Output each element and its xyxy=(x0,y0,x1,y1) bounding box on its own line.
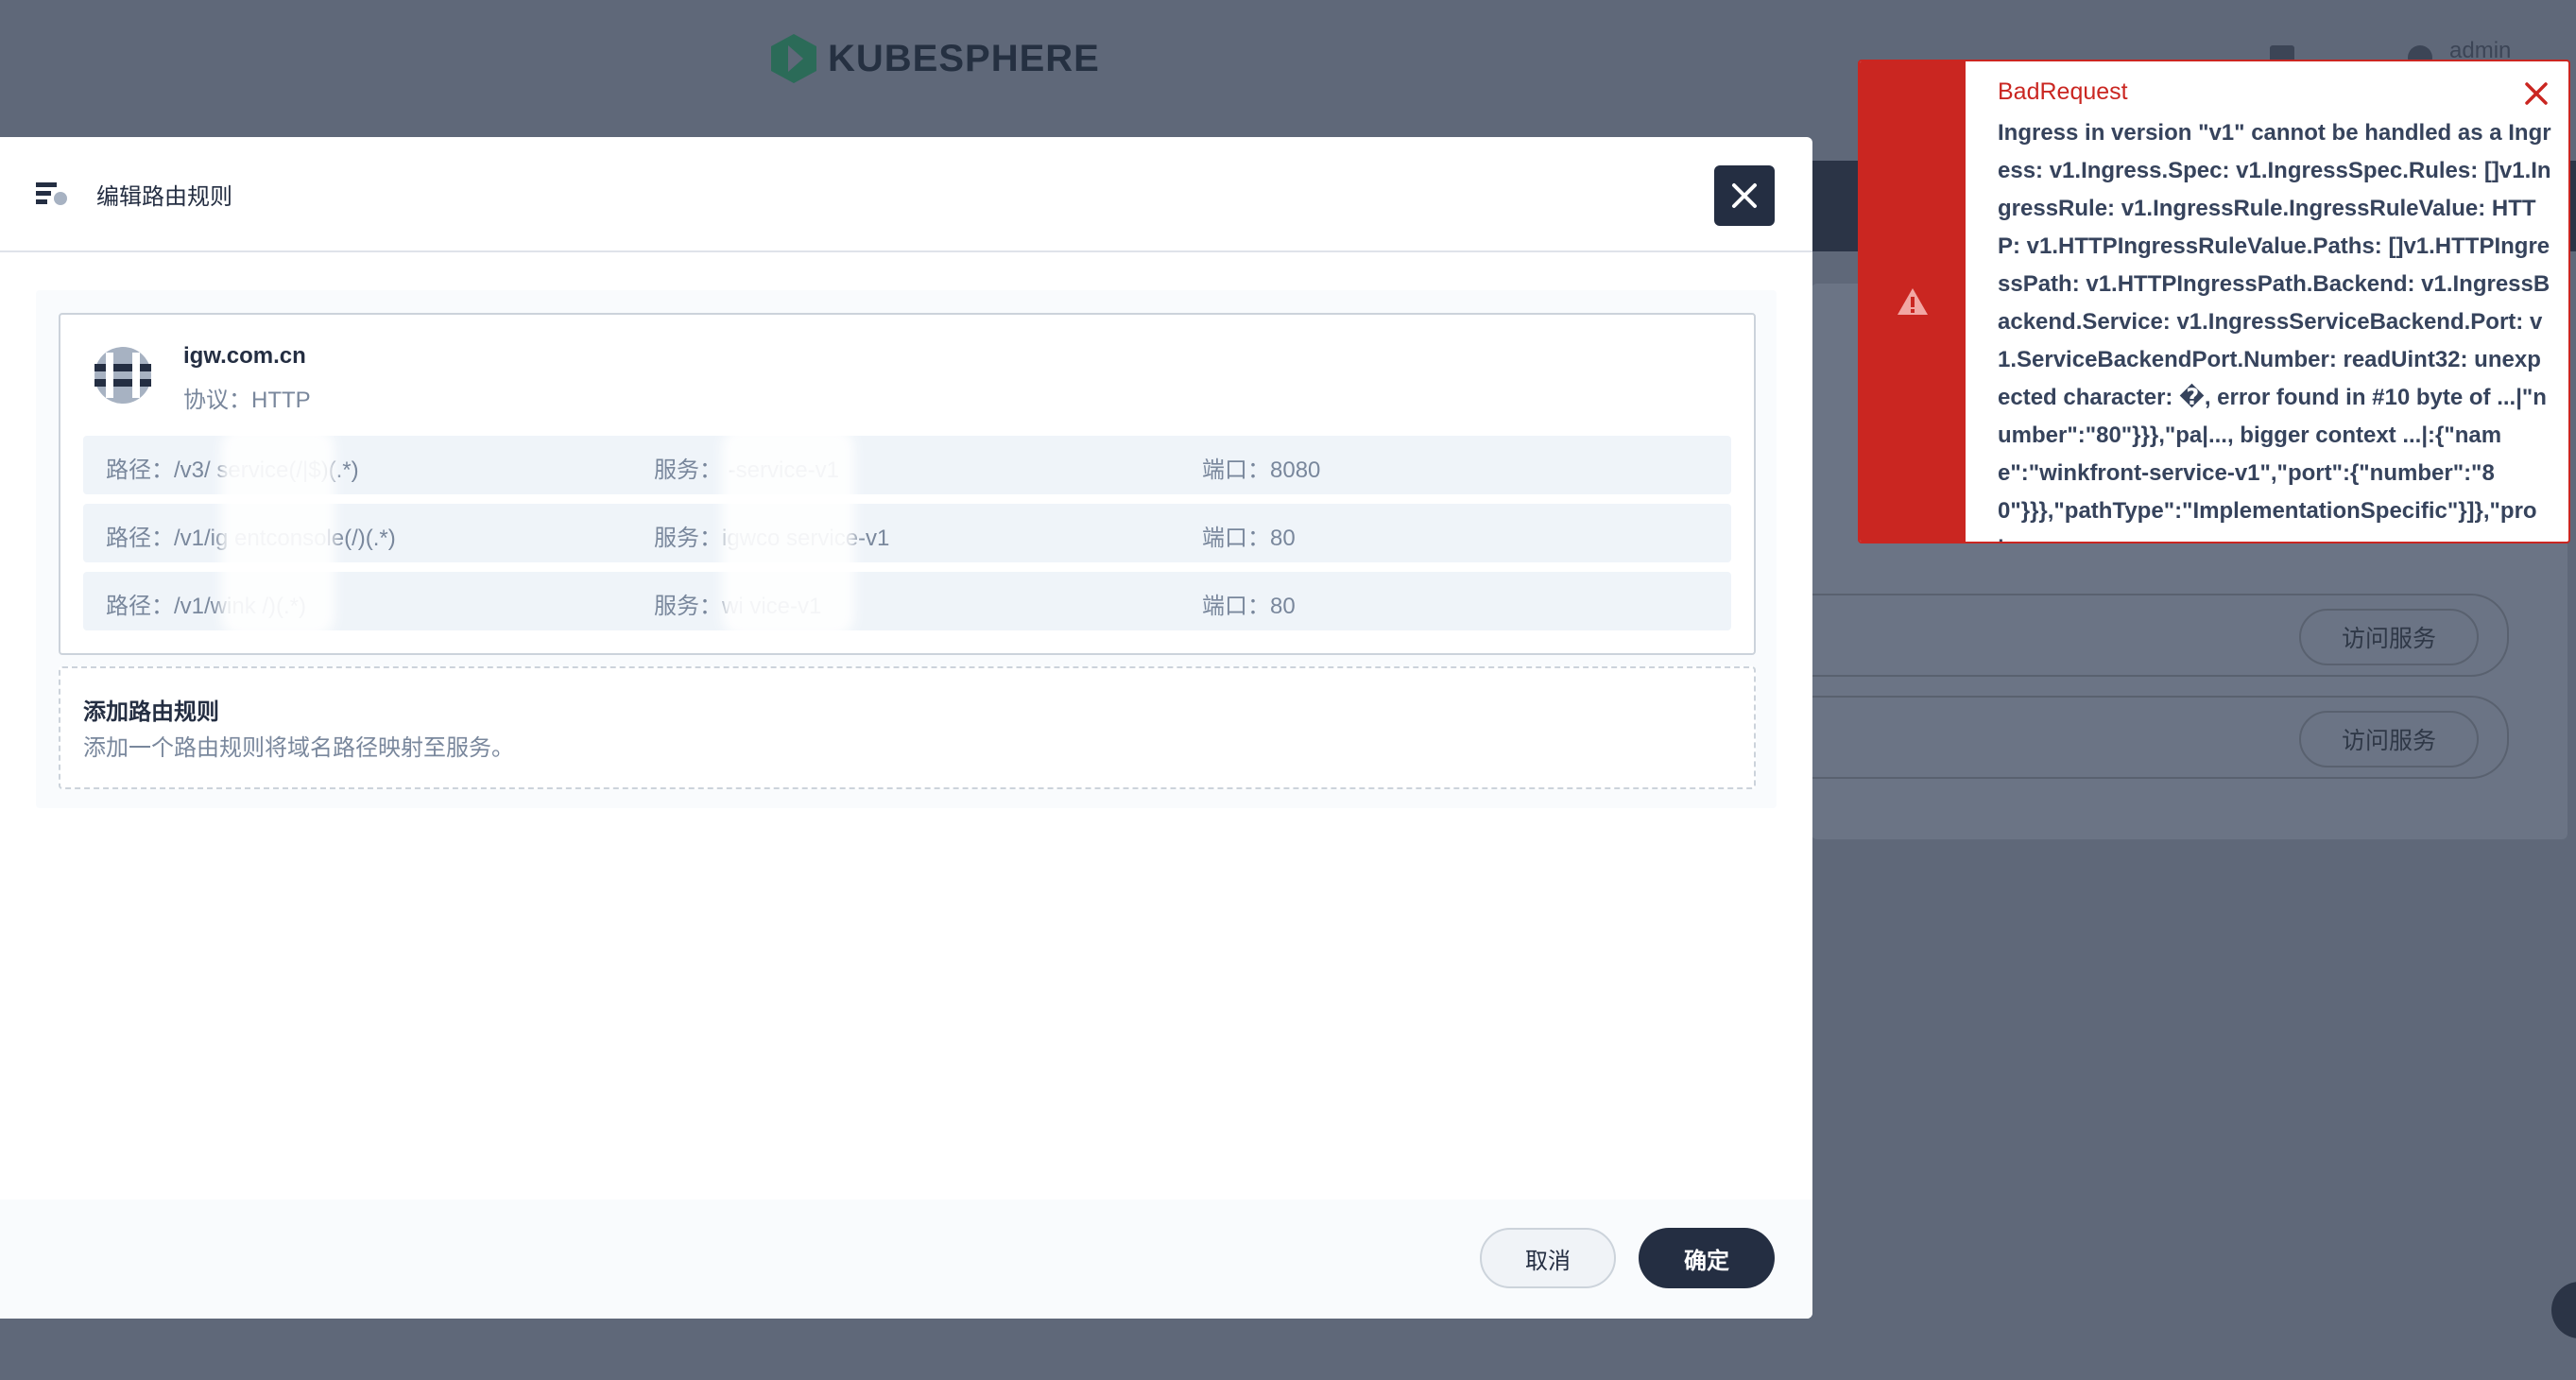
add-rule-description: 添加一个路由规则将域名路径映射至服务。 xyxy=(83,735,514,761)
app-logo[interactable]: KUBESPHERE xyxy=(769,32,1100,85)
background-row: 访问服务 xyxy=(1812,696,2509,779)
kubesphere-logo-icon xyxy=(771,34,816,83)
modal-footer: 取消 确定 xyxy=(0,1199,1812,1319)
port-value: 端口：80 xyxy=(1202,526,1296,551)
close-icon xyxy=(1732,183,1757,208)
visit-service-button[interactable]: 访问服务 xyxy=(2299,609,2479,665)
redaction-blur xyxy=(722,428,854,636)
confirm-button[interactable]: 确定 xyxy=(1639,1228,1775,1288)
add-rule-title: 添加路由规则 xyxy=(83,699,219,725)
notification-side-bar xyxy=(1860,61,1966,542)
port-value: 端口：80 xyxy=(1202,594,1296,619)
notification-close-icon[interactable] xyxy=(2523,80,2550,107)
globe-icon xyxy=(94,347,151,404)
notification-message: Ingress in version "v1" cannot be handle… xyxy=(1998,120,2551,542)
help-bubble[interactable] xyxy=(2551,1282,2576,1338)
rule-host: igw.com.cn xyxy=(183,343,306,369)
modal-header: 编辑路由规则 xyxy=(0,137,1812,252)
route-icon xyxy=(36,182,67,205)
modal-title: 编辑路由规则 xyxy=(96,184,232,210)
visit-service-button[interactable]: 访问服务 xyxy=(2299,711,2479,768)
rule-protocol: 协议：HTTP xyxy=(183,388,311,413)
logo-text: KUBESPHERE xyxy=(828,37,1100,79)
modal-close-button[interactable] xyxy=(1714,165,1775,226)
warning-icon xyxy=(1898,288,1928,315)
error-notification: BadRequest Ingress in version "v1" canno… xyxy=(1858,60,2570,543)
edit-route-rules-modal: 编辑路由规则 igw.com.cn 协议：HTTP 路径：/v3/ servic… xyxy=(0,137,1812,1319)
notification-title: BadRequest xyxy=(1998,78,2128,105)
cancel-button[interactable]: 取消 xyxy=(1480,1228,1616,1288)
add-route-rule-button[interactable]: 添加路由规则 添加一个路由规则将域名路径映射至服务。 xyxy=(59,666,1756,789)
redaction-blur xyxy=(221,428,335,636)
port-value: 端口：8080 xyxy=(1202,457,1321,483)
route-rule-card[interactable]: igw.com.cn 协议：HTTP 路径：/v3/ service(/|$)(… xyxy=(59,313,1756,655)
background-row: 访问服务 xyxy=(1812,594,2509,677)
modal-body: igw.com.cn 协议：HTTP 路径：/v3/ service(/|$)(… xyxy=(36,290,1777,808)
